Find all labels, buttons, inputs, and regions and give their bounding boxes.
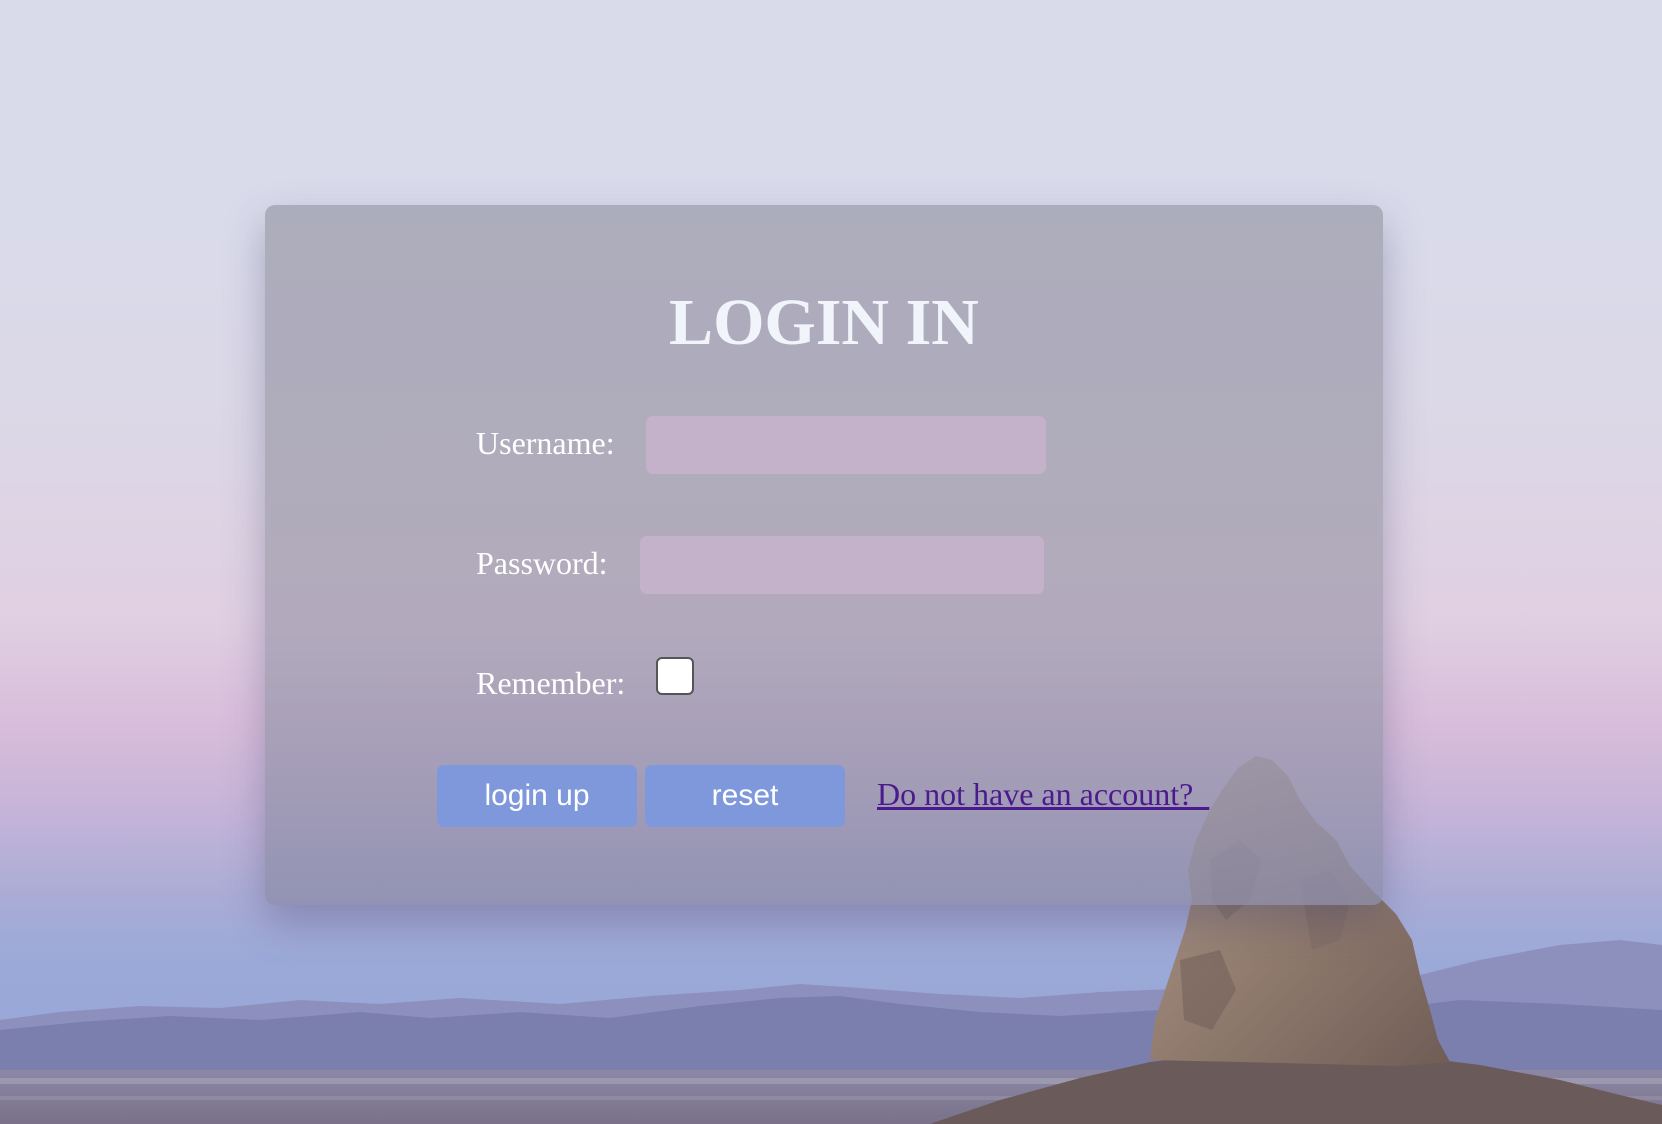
login-panel: LOGIN IN Username: Password: Remember: l… [265,205,1383,905]
remember-checkbox[interactable] [656,657,694,695]
remember-label: Remember: [476,665,626,701]
username-input[interactable] [646,416,1046,474]
login-button[interactable]: login up [437,765,637,827]
password-label: Password: [476,545,608,581]
login-title: LOGIN IN [669,286,979,359]
username-label: Username: [476,425,615,461]
reset-button[interactable]: reset [645,765,845,827]
signup-link[interactable]: Do not have an account? [877,776,1209,813]
password-input[interactable] [640,536,1044,594]
